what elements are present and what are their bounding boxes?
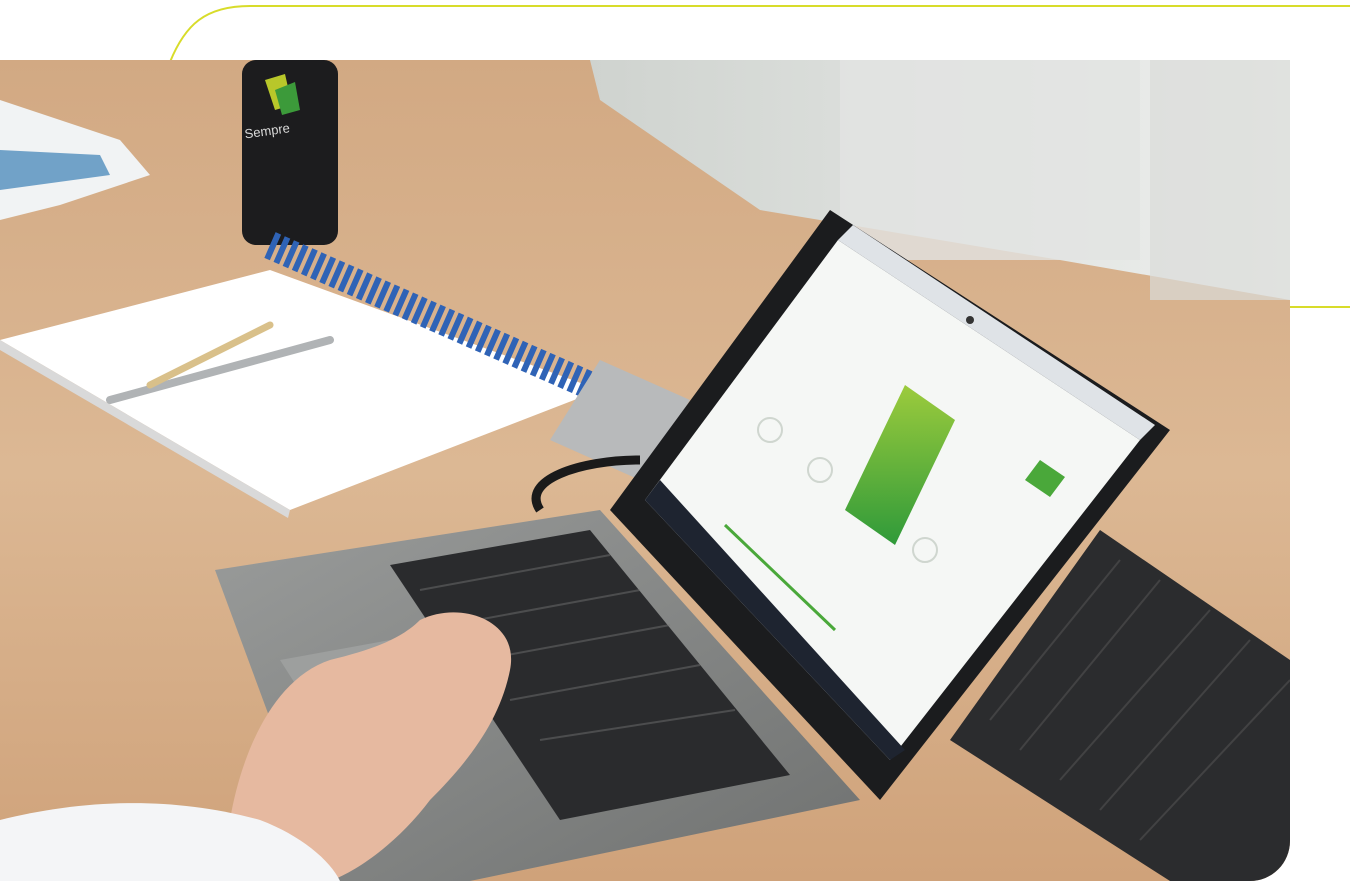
water-bottle: Sempre (242, 60, 338, 245)
accent-line-right (1288, 306, 1350, 308)
wall-panel (840, 60, 1140, 260)
office-laptop-photo: Sempre (0, 60, 1290, 881)
webcam (966, 316, 974, 324)
